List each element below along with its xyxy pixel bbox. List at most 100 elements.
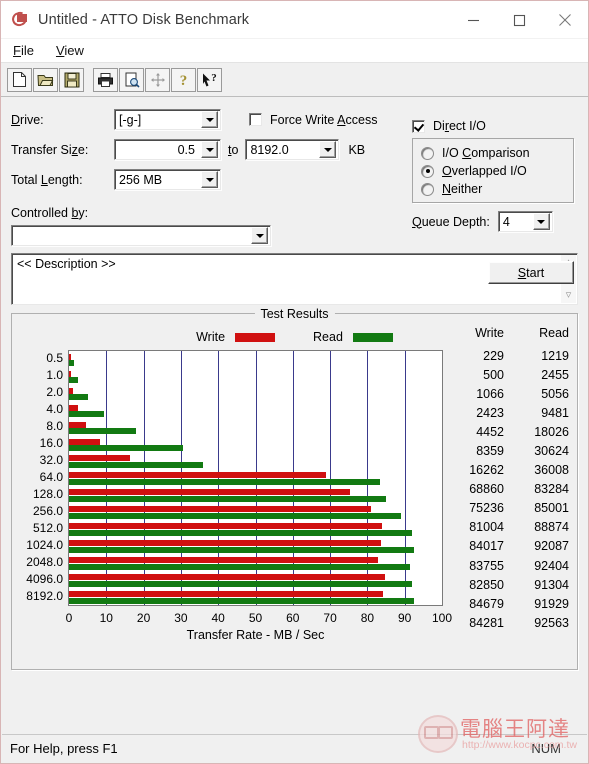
context-help-button[interactable]: ? <box>197 67 222 92</box>
cell-write: 2423 <box>476 405 504 420</box>
radio-io-comparison-row[interactable]: I/O Comparison <box>421 146 565 160</box>
transfer-size-to-label: to <box>228 142 239 157</box>
chart-bar-read <box>69 546 414 553</box>
radio-neither[interactable] <box>421 182 434 196</box>
chart-y-tick-label: 32.0 <box>39 453 63 468</box>
chart-x-tick-label: 30 <box>174 611 188 625</box>
chart-bar-write <box>69 421 86 428</box>
cell-read: 18026 <box>534 424 569 439</box>
force-write-checkbox[interactable] <box>249 113 262 126</box>
start-button[interactable]: Start <box>488 261 574 284</box>
transfer-size-unit: KB <box>348 142 366 157</box>
new-button[interactable] <box>7 67 32 92</box>
radio-overlapped-io-row[interactable]: Overlapped I/O <box>421 164 565 178</box>
close-button[interactable] <box>542 1 588 39</box>
chevron-down-icon[interactable] <box>532 213 550 230</box>
print-button[interactable] <box>93 67 118 92</box>
chart-x-tick-label: 10 <box>99 611 113 625</box>
drive-label: Drive: <box>11 112 44 127</box>
transfer-size-min-select[interactable]: 0.5 <box>114 139 221 160</box>
chart-y-tick-label: 4096.0 <box>26 571 63 586</box>
cell-read: 88874 <box>534 520 569 535</box>
chart-y-tick-label: 8192.0 <box>26 588 63 603</box>
table-row: 84679 91929 <box>439 594 569 613</box>
controlled-by-select[interactable] <box>11 225 271 246</box>
chart-bar-read <box>69 360 74 367</box>
legend-read-label: Read <box>313 330 343 344</box>
queue-depth-value: 4 <box>502 214 510 229</box>
open-button[interactable] <box>33 67 58 92</box>
chart-x-tick-label: 20 <box>136 611 151 625</box>
start-button-label: Start <box>517 265 545 280</box>
column-header-read: Read <box>539 326 569 340</box>
cell-write: 84017 <box>469 539 504 554</box>
radio-neither-row[interactable]: Neither <box>421 182 565 196</box>
cell-read: 91304 <box>534 577 569 592</box>
legend-write: Write <box>196 330 276 344</box>
chart-bar-read <box>69 479 380 486</box>
chart-bar-write <box>69 455 130 462</box>
chart-x-tick-label: 90 <box>398 611 412 625</box>
status-bar: For Help, press F1 NUM <box>2 734 587 762</box>
cell-read: 9481 <box>541 405 569 420</box>
cell-write: 68860 <box>469 482 504 497</box>
chart-y-tick-label: 8.0 <box>46 419 63 434</box>
results-table: Write Read 229 1219 500 2455 1066 5056 2423 948… <box>439 326 569 632</box>
chart-x-tick-label: 50 <box>248 611 263 625</box>
radio-overlapped-io-label: Overlapped I/O <box>442 164 527 178</box>
cell-write: 1066 <box>476 386 504 401</box>
chart-y-tick-label: 16.0 <box>39 436 63 451</box>
table-row: 81004 88874 <box>439 518 569 537</box>
transfer-size-max-select[interactable]: 8192.0 <box>245 139 340 160</box>
chevron-down-icon[interactable] <box>201 141 218 158</box>
chart-x-tick-label: 0 <box>65 611 73 625</box>
cell-read: 85001 <box>534 501 569 516</box>
chevron-down-icon[interactable] <box>319 141 337 158</box>
chevron-down-icon[interactable] <box>251 227 268 244</box>
chart-bar-write <box>69 404 79 411</box>
chart-y-tick-label: 256.0 <box>32 503 63 518</box>
scroll-down-icon[interactable]: ▿ <box>566 290 572 301</box>
chevron-down-icon[interactable] <box>201 111 218 128</box>
total-length-select[interactable]: 256 MB <box>114 169 221 190</box>
chart-bar-read <box>69 428 137 435</box>
menu-view[interactable]: View <box>54 41 94 60</box>
queue-depth-select[interactable]: 4 <box>497 211 553 232</box>
cell-read: 92087 <box>534 539 569 554</box>
menu-file[interactable]: File <box>11 41 44 60</box>
radio-overlapped-io[interactable] <box>421 164 434 178</box>
cell-write: 84679 <box>469 596 504 611</box>
cell-read: 92404 <box>534 558 569 573</box>
results-table-header: Write Read <box>439 326 569 340</box>
results-title: Test Results <box>254 307 335 321</box>
chart-bar-write <box>69 574 385 580</box>
chart-bar-write <box>69 523 383 530</box>
legend-write-swatch <box>235 332 276 342</box>
table-row: 75236 85001 <box>439 499 569 518</box>
table-row: 1066 5056 <box>439 384 569 403</box>
minimize-button[interactable] <box>450 1 496 39</box>
radio-io-comparison[interactable] <box>421 146 434 160</box>
chart-y-tick-label: 128.0 <box>32 486 63 501</box>
chevron-down-icon[interactable] <box>201 171 218 188</box>
help-button[interactable]: ? <box>171 67 196 92</box>
title-bar: Untitled - ATTO Disk Benchmark <box>1 1 588 39</box>
queue-depth-row: Queue Depth: 4 <box>412 211 574 232</box>
total-length-value: 256 MB <box>119 172 163 187</box>
save-button[interactable] <box>59 67 84 92</box>
pan-button[interactable] <box>145 67 170 92</box>
direct-io-checkbox[interactable] <box>412 119 425 133</box>
total-length-label: Total Length: <box>11 172 83 187</box>
drive-select[interactable]: [-g-] <box>114 109 221 130</box>
cell-write: 82850 <box>469 577 504 592</box>
cell-write: 83755 <box>469 558 504 573</box>
chart-bar-write <box>69 387 73 394</box>
chart-bar-read <box>69 445 184 452</box>
chart-bar-write <box>69 472 326 479</box>
legend-write-label: Write <box>196 330 226 344</box>
chart-x-axis-title: Transfer Rate - MB / Sec <box>186 628 325 642</box>
direct-io-label: Direct I/O <box>433 119 486 133</box>
print-preview-button[interactable] <box>119 67 144 92</box>
chart-y-tick-label: 2.0 <box>46 385 63 400</box>
maximize-button[interactable] <box>496 1 542 39</box>
